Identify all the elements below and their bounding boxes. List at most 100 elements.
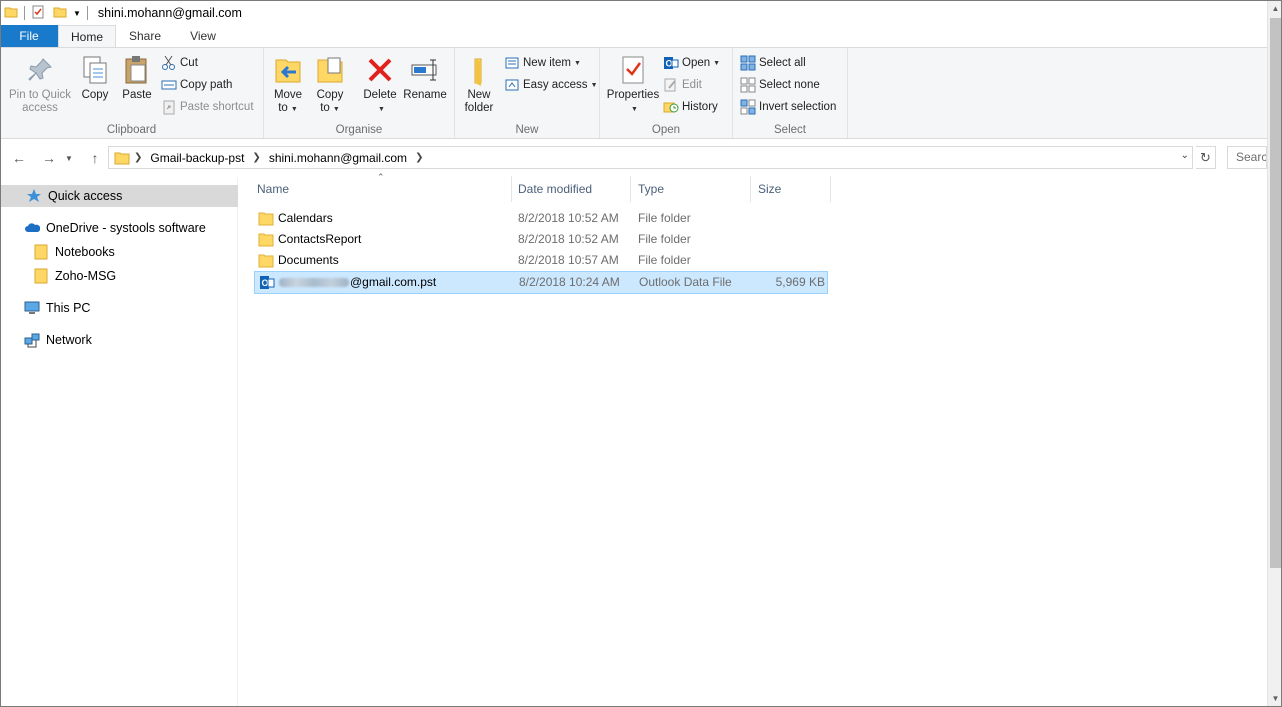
title-bar: ▼ shini.mohann@gmail.com xyxy=(0,0,1282,25)
breadcrumb-separator-icon[interactable]: ❯ xyxy=(252,152,260,163)
scrollbar-thumb[interactable] xyxy=(1270,18,1281,568)
select-none-button[interactable]: Select none xyxy=(740,75,820,95)
file-row-pst-selected[interactable]: O @gmail.com.pst 8/2/2018 10:24 AM Outlo… xyxy=(254,271,828,294)
paste-button[interactable]: Paste xyxy=(118,54,156,102)
copy-button[interactable]: Copy xyxy=(76,54,114,102)
select-all-icon xyxy=(740,55,756,71)
delete-button[interactable]: Delete ▼ xyxy=(360,54,400,116)
file-type: File folder xyxy=(638,232,691,246)
invert-selection-icon xyxy=(740,99,756,115)
file-name: ContactsReport xyxy=(278,232,362,246)
open-group: Properties ▼ O Open ▼ Edit History Open xyxy=(600,48,733,138)
new-group-label: New xyxy=(515,124,539,136)
vertical-scrollbar[interactable]: ▲ ▼ xyxy=(1267,0,1282,707)
new-folder-icon[interactable] xyxy=(53,5,67,22)
file-row-calendars[interactable]: Calendars 8/2/2018 10:52 AM File folder xyxy=(254,208,828,229)
paste-shortcut-button[interactable]: Paste shortcut xyxy=(161,97,254,117)
breadcrumb-gmail-backup-pst[interactable]: Gmail-backup-pst xyxy=(150,151,244,165)
computer-icon xyxy=(24,301,40,314)
open-button[interactable]: O Open ▼ xyxy=(663,53,720,73)
copy-to-button[interactable]: Copy to ▼ xyxy=(312,54,348,116)
folder-icon xyxy=(34,268,48,284)
navigation-pane: Quick access OneDrive - systools softwar… xyxy=(0,178,238,707)
paste-icon xyxy=(125,56,147,84)
address-history-chevron-down-icon[interactable]: ⌄ xyxy=(1181,150,1189,161)
column-header-size[interactable]: Size xyxy=(751,176,831,202)
breadcrumb-separator-icon[interactable]: ❯ xyxy=(415,152,423,163)
tab-view[interactable]: View xyxy=(174,25,232,47)
nav-network[interactable]: Network xyxy=(0,329,238,351)
forward-arrow-icon[interactable]: → xyxy=(38,146,60,170)
file-size xyxy=(754,250,824,271)
nav-notebooks[interactable]: Notebooks xyxy=(0,241,238,263)
address-bar[interactable]: ❯ Gmail-backup-pst ❯ shini.mohann@gmail.… xyxy=(108,146,1193,169)
navigation-bar: ← → ▼ ↑ ❯ Gmail-backup-pst ❯ shini.mohan… xyxy=(0,146,1267,171)
outlook-icon: O xyxy=(664,57,679,69)
column-header-date-modified[interactable]: Date modified xyxy=(511,176,631,202)
history-button[interactable]: History xyxy=(663,97,718,117)
customize-toolbar-chevron-down-icon[interactable]: ▼ xyxy=(73,9,81,18)
select-all-button[interactable]: Select all xyxy=(740,53,806,73)
edit-icon xyxy=(664,78,676,92)
nav-onedrive[interactable]: OneDrive - systools software xyxy=(0,217,238,239)
refresh-icon[interactable]: ↻ xyxy=(1196,146,1216,169)
tab-share[interactable]: Share xyxy=(116,25,174,47)
pin-to-quick-access-button[interactable]: Pin to Quick access xyxy=(6,54,74,115)
scroll-up-icon[interactable]: ▲ xyxy=(1268,0,1282,17)
recent-locations-chevron-down-icon[interactable]: ▼ xyxy=(62,146,76,170)
column-header-type[interactable]: Type xyxy=(631,176,751,202)
up-arrow-icon[interactable]: ↑ xyxy=(84,146,106,170)
network-icon xyxy=(24,333,40,348)
window-title: shini.mohann@gmail.com xyxy=(97,6,242,20)
file-date: 8/2/2018 10:57 AM xyxy=(518,253,619,267)
new-item-button[interactable]: New item ▼ xyxy=(504,53,581,73)
address-folder-icon xyxy=(114,150,130,166)
search-input[interactable]: Search shini.mohann@gmail.com xyxy=(1227,146,1267,169)
select-group: Select all Select none Invert selection … xyxy=(733,48,848,138)
scroll-down-icon[interactable]: ▼ xyxy=(1268,690,1282,707)
file-list: ⌃ Name Date modified Type Size Calendars… xyxy=(239,172,1267,707)
nav-quick-access[interactable]: Quick access xyxy=(0,185,238,207)
breadcrumb-current-folder[interactable]: shini.mohann@gmail.com xyxy=(269,151,407,165)
select-none-icon xyxy=(740,77,756,93)
scissors-icon xyxy=(162,55,175,70)
svg-text:O: O xyxy=(262,278,269,288)
rename-button[interactable]: Rename xyxy=(402,54,448,102)
outlook-data-file-icon: O xyxy=(260,276,275,289)
file-size xyxy=(754,229,824,250)
easy-access-button[interactable]: Easy access ▼ xyxy=(504,75,598,95)
breadcrumb-separator-icon[interactable]: ❯ xyxy=(134,152,142,163)
file-size xyxy=(754,208,824,229)
column-header-name[interactable]: Name xyxy=(250,176,512,202)
folder-icon xyxy=(4,5,18,22)
move-to-button[interactable]: Move to ▼ xyxy=(270,54,306,116)
properties-icon xyxy=(622,56,644,84)
quick-access-toolbar: ▼ xyxy=(1,1,94,25)
organise-group-label: Organise xyxy=(335,124,383,136)
folder-icon xyxy=(258,233,274,247)
copy-path-button[interactable]: Copy path xyxy=(161,75,232,95)
tab-file[interactable]: File xyxy=(0,25,58,47)
new-folder-button[interactable]: New folder xyxy=(461,54,497,115)
nav-zoho-msg[interactable]: Zoho-MSG xyxy=(0,265,238,287)
move-to-icon xyxy=(275,59,301,83)
new-item-icon xyxy=(505,57,519,69)
properties-icon[interactable] xyxy=(31,5,45,22)
file-date: 8/2/2018 10:52 AM xyxy=(518,211,619,225)
history-icon xyxy=(663,102,679,113)
select-group-label: Select xyxy=(774,124,806,136)
clipboard-group-label: Clipboard xyxy=(106,124,157,136)
delete-x-icon xyxy=(368,58,392,82)
nav-this-pc[interactable]: This PC xyxy=(0,297,238,319)
edit-button[interactable]: Edit xyxy=(663,75,702,95)
new-group: New folder New item ▼ Easy access ▼ New xyxy=(455,48,600,138)
star-icon xyxy=(27,189,41,202)
file-row-contactsreport[interactable]: ContactsReport 8/2/2018 10:52 AM File fo… xyxy=(254,229,828,250)
cut-button[interactable]: Cut xyxy=(161,53,198,73)
file-row-documents[interactable]: Documents 8/2/2018 10:57 AM File folder xyxy=(254,250,828,271)
svg-text:O: O xyxy=(666,59,673,69)
tab-home[interactable]: Home xyxy=(58,25,116,48)
invert-selection-button[interactable]: Invert selection xyxy=(740,97,836,117)
properties-button[interactable]: Properties ▼ xyxy=(604,54,662,116)
back-arrow-icon[interactable]: ← xyxy=(8,146,30,170)
